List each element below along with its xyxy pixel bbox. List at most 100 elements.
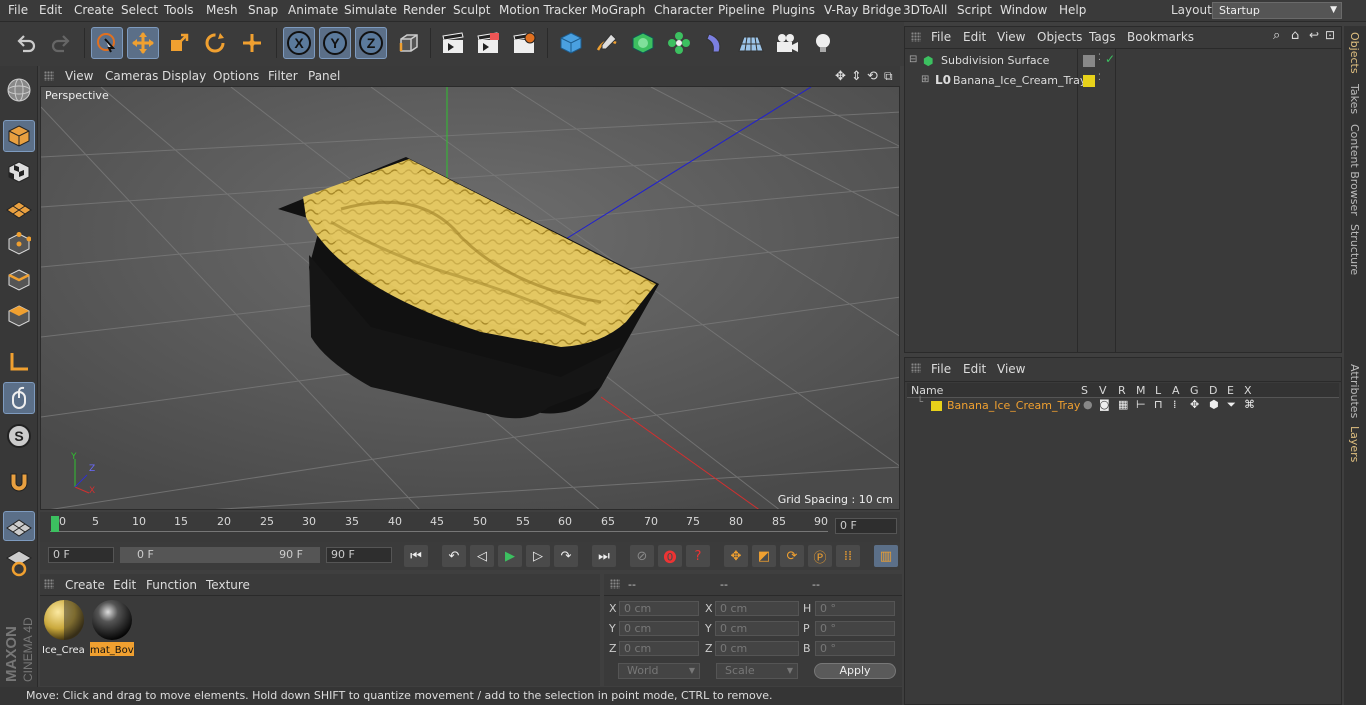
position-y-field[interactable]: 0 cm bbox=[619, 621, 699, 636]
autokey-button[interactable]: ⓿ bbox=[658, 545, 682, 567]
apply-button[interactable]: Apply bbox=[814, 663, 896, 679]
material-swatch-selected[interactable]: mat_Bov bbox=[90, 598, 134, 656]
object-menu-tags[interactable]: Tags bbox=[1089, 30, 1116, 44]
deformer-button[interactable] bbox=[699, 27, 731, 59]
mograph-cloner-button[interactable] bbox=[663, 27, 695, 59]
layer-name[interactable]: Banana_Ice_Cream_Tray bbox=[947, 399, 1080, 412]
object-menu-file[interactable]: File bbox=[931, 30, 951, 44]
redo-button[interactable] bbox=[45, 27, 77, 59]
layer-menu-file[interactable]: File bbox=[931, 362, 951, 376]
menu-motion-tracker[interactable]: Motion Tracker bbox=[499, 3, 587, 17]
viewport-menu-display[interactable]: Display bbox=[162, 69, 206, 83]
layer-row[interactable]: └ Banana_Ice_Cream_Tray ● ◙ ▦ ⊢ ⊓ ⁞ ✥ ⬢ … bbox=[907, 397, 1339, 414]
tab-content-browser[interactable]: Content Browser bbox=[1348, 124, 1361, 216]
viewport-menu-panel[interactable]: Panel bbox=[308, 69, 340, 83]
z-axis-lock-button[interactable]: Z bbox=[355, 27, 387, 59]
subdivision-button[interactable] bbox=[627, 27, 659, 59]
render-picture-viewer-button[interactable] bbox=[472, 27, 504, 59]
viewport-menu-options[interactable]: Options bbox=[213, 69, 259, 83]
start-frame-field[interactable]: 0 F bbox=[48, 547, 114, 563]
layout-dropdown[interactable]: Startup ▼ bbox=[1212, 2, 1342, 19]
editor-visibility-icon[interactable] bbox=[1083, 55, 1095, 67]
menu-3dtoall[interactable]: 3DToAll bbox=[903, 3, 947, 17]
keyframe-selection-button[interactable]: ? bbox=[686, 545, 710, 567]
layer-menu-view[interactable]: View bbox=[997, 362, 1025, 376]
render-settings-button[interactable] bbox=[508, 27, 540, 59]
menu-plugins[interactable]: Plugins bbox=[772, 3, 815, 17]
viewport-menu-filter[interactable]: Filter bbox=[268, 69, 298, 83]
menu-window[interactable]: Window bbox=[1000, 3, 1047, 17]
object-menu-objects[interactable]: Objects bbox=[1037, 30, 1082, 44]
menu-edit[interactable]: Edit bbox=[39, 3, 62, 17]
rotation-h-field[interactable]: 0 ° bbox=[815, 601, 895, 616]
previous-key-button[interactable]: ↶ bbox=[442, 545, 466, 567]
menu-sculpt[interactable]: Sculpt bbox=[453, 3, 490, 17]
position-z-field[interactable]: 0 cm bbox=[619, 641, 699, 656]
tab-structure[interactable]: Structure bbox=[1348, 224, 1361, 275]
edges-mode-button[interactable] bbox=[3, 264, 35, 296]
scale-tool-button[interactable] bbox=[163, 27, 195, 59]
key-rotation-button[interactable]: ⟳ bbox=[780, 545, 804, 567]
object-menu-bookmarks[interactable]: Bookmarks bbox=[1127, 30, 1194, 44]
menu-pipeline[interactable]: Pipeline bbox=[718, 3, 765, 17]
make-editable-button[interactable] bbox=[3, 74, 35, 106]
menu-snap[interactable]: Snap bbox=[248, 3, 278, 17]
size-mode-dropdown[interactable]: Scale ▼ bbox=[716, 663, 798, 679]
pen-spline-button[interactable] bbox=[591, 27, 623, 59]
material-menu-create[interactable]: Create bbox=[65, 578, 105, 592]
camera-object-button[interactable] bbox=[771, 27, 803, 59]
eye-icon[interactable]: ◙ bbox=[1099, 398, 1110, 411]
generator-icon[interactable]: ✥ bbox=[1190, 398, 1199, 411]
go-to-end-button[interactable]: ⏭ bbox=[592, 545, 616, 567]
lock-icon[interactable]: ⊓ bbox=[1154, 398, 1163, 411]
menu-mesh[interactable]: Mesh bbox=[206, 3, 238, 17]
timeline-ruler[interactable]: 0 5 10 15 20 25 30 35 40 45 50 55 60 65 … bbox=[40, 512, 900, 542]
tab-objects[interactable]: Objects bbox=[1348, 32, 1361, 74]
material-menu-edit[interactable]: Edit bbox=[113, 578, 136, 592]
3d-viewport[interactable]: Y Z X Perspective Grid Spacing : 10 cm bbox=[40, 86, 900, 510]
timeline-window-button[interactable]: ▥ bbox=[874, 545, 898, 567]
scale-x-field[interactable]: 0 cm bbox=[715, 601, 799, 616]
manager-list-icon[interactable]: ⊢ bbox=[1136, 398, 1146, 411]
transform-tool-button[interactable] bbox=[236, 27, 268, 59]
tab-attributes[interactable]: Attributes bbox=[1348, 364, 1361, 418]
snap-button[interactable] bbox=[3, 466, 35, 498]
object-menu-view[interactable]: View bbox=[997, 30, 1025, 44]
menu-mograph[interactable]: MoGraph bbox=[591, 3, 646, 17]
current-frame-field[interactable]: 0 F bbox=[835, 518, 897, 534]
animation-film-icon[interactable]: ⁞ bbox=[1173, 398, 1177, 411]
planar-workplane-button[interactable] bbox=[3, 546, 35, 580]
playhead[interactable] bbox=[51, 516, 59, 532]
tab-takes[interactable]: Takes bbox=[1348, 84, 1361, 114]
axis-mode-button[interactable] bbox=[3, 346, 35, 378]
model-mode-button[interactable] bbox=[3, 120, 35, 152]
menu-simulate[interactable]: Simulate bbox=[344, 3, 397, 17]
object-row[interactable]: ⊟ ⬢ Subdivision Surface bbox=[907, 53, 1077, 71]
next-frame-button[interactable]: ▷ bbox=[526, 545, 550, 567]
material-menu-texture[interactable]: Texture bbox=[206, 578, 250, 592]
texture-mode-button[interactable] bbox=[3, 156, 35, 188]
home-icon[interactable]: ⌂ bbox=[1291, 28, 1299, 43]
polygons-mode-button[interactable] bbox=[3, 300, 35, 332]
search-icon[interactable]: ⌕ bbox=[1273, 28, 1280, 43]
menu-create[interactable]: Create bbox=[74, 3, 114, 17]
viewport-zoom-icon[interactable]: ⇕ bbox=[851, 69, 862, 84]
object-menu-edit[interactable]: Edit bbox=[963, 30, 986, 44]
cube-object-button[interactable] bbox=[555, 27, 587, 59]
scale-z-field[interactable]: 0 cm bbox=[715, 641, 799, 656]
key-parameter-button[interactable]: Ⓟ bbox=[808, 545, 832, 567]
viewport-menu-view[interactable]: View bbox=[65, 69, 93, 83]
key-position-button[interactable]: ✥ bbox=[724, 545, 748, 567]
workplane-mode-button[interactable] bbox=[3, 192, 35, 224]
next-key-button[interactable]: ↷ bbox=[554, 545, 578, 567]
viewport-rotate-icon[interactable]: ⟲ bbox=[867, 69, 878, 84]
record-keys-button[interactable]: ⊘ bbox=[630, 545, 654, 567]
menu-select[interactable]: Select bbox=[121, 3, 158, 17]
xref-icon[interactable]: ⌘ bbox=[1244, 398, 1255, 411]
object-row[interactable]: ⊞ L0 Banana_Ice_Cream_Tray bbox=[907, 73, 1086, 91]
frame-range-slider[interactable]: 0 F 90 F bbox=[120, 547, 320, 563]
end-frame-field[interactable]: 90 F bbox=[326, 547, 392, 563]
live-selection-button[interactable] bbox=[91, 27, 123, 59]
menu-script[interactable]: Script bbox=[957, 3, 992, 17]
deformer-icon[interactable]: ⬢ bbox=[1209, 398, 1219, 411]
